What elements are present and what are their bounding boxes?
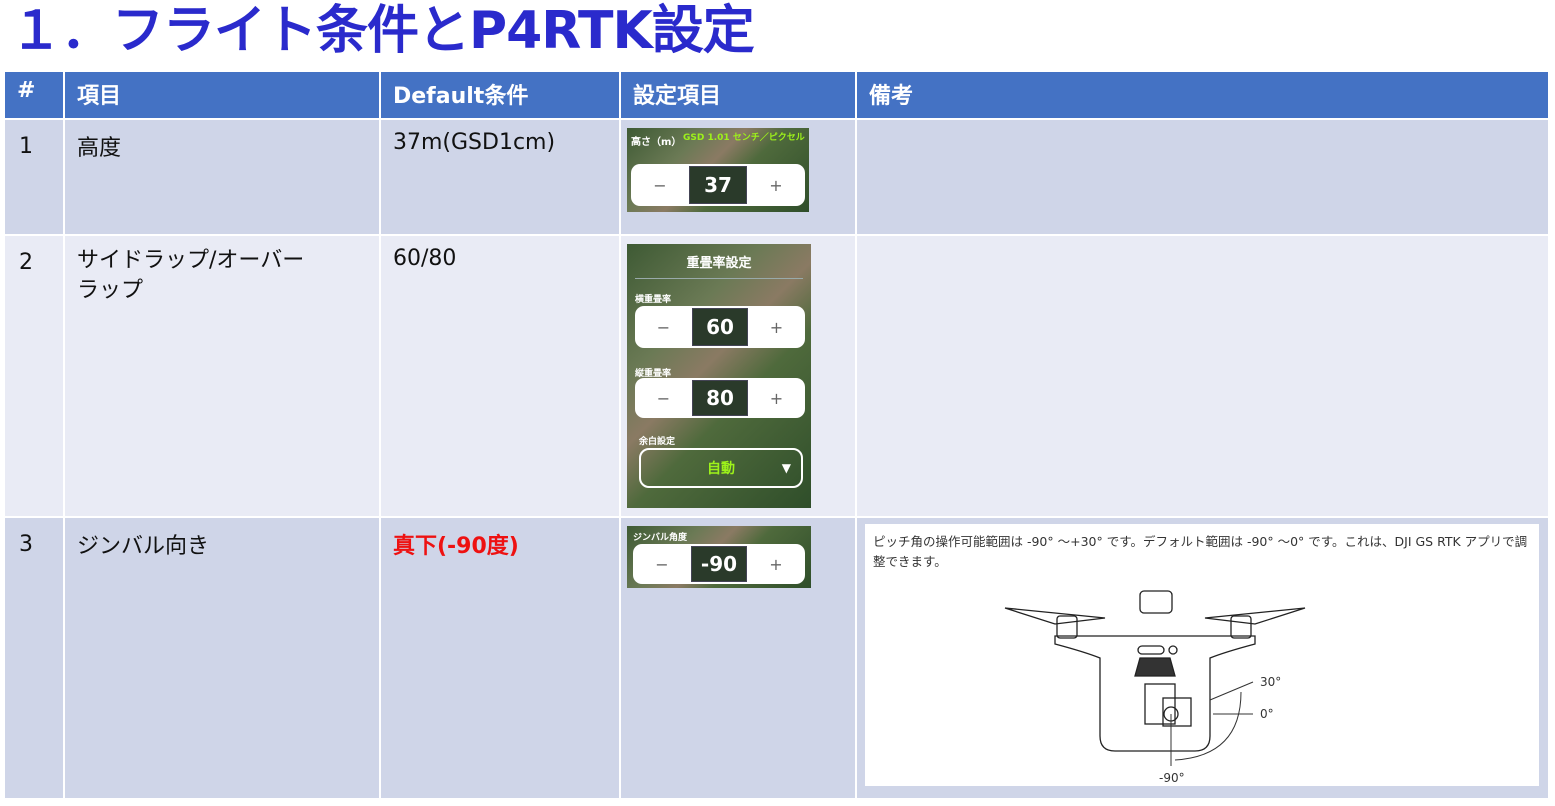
- overlap-screenshot: 重畳率設定 横重畳率 − 60 + 縦重畳率 − 80 + 余白設定 自動 ▼: [627, 244, 811, 508]
- gimbal-screenshot: ジンバル角度 − -90 +: [627, 526, 811, 588]
- decrement-button[interactable]: −: [633, 555, 691, 574]
- decrement-button[interactable]: −: [635, 389, 692, 408]
- margin-value: 自動: [707, 461, 735, 477]
- side-overlap-stepper[interactable]: − 60 +: [635, 306, 805, 348]
- row-item-text: サイドラップ/オーバーラップ: [77, 248, 305, 303]
- dropdown-arrow-icon: ▼: [781, 461, 791, 475]
- header-setting: 設定項目: [619, 70, 857, 120]
- page-title: １．フライト条件とP4RTK設定: [10, 1, 755, 61]
- table-header-row: # 項目 Default条件 設定項目 備考: [3, 70, 1550, 120]
- altitude-screenshot: 高さ（m） GSD 1.01 センチ／ピクセル − 37 +: [627, 128, 809, 212]
- increment-button[interactable]: +: [748, 389, 805, 408]
- row-setting: 重畳率設定 横重畳率 − 60 + 縦重畳率 − 80 + 余白設定 自動 ▼: [619, 234, 857, 518]
- row-item: サイドラップ/オーバーラップ: [63, 234, 381, 518]
- drone-icon: [1004, 590, 1306, 752]
- row-default: 37m(GSD1cm): [379, 118, 621, 236]
- increment-button[interactable]: +: [747, 176, 805, 195]
- decrement-button[interactable]: −: [631, 176, 689, 195]
- header-note: 備考: [855, 70, 1550, 120]
- gimbal-stepper[interactable]: − -90 +: [633, 544, 805, 584]
- gsd-label: GSD 1.01 センチ／ピクセル: [683, 133, 805, 143]
- note-figure: ピッチ角の操作可能範囲は -90° ～+30° です。デフォルト範囲は -90°…: [865, 524, 1539, 786]
- row-number: 3: [3, 516, 65, 800]
- settings-table: # 項目 Default条件 設定項目 備考 1 高度 37m(GSD1cm) …: [3, 70, 1550, 800]
- table-row: 1 高度 37m(GSD1cm) 高さ（m） GSD 1.01 センチ／ピクセル…: [3, 118, 1550, 236]
- row-setting: ジンバル角度 − -90 +: [619, 516, 857, 800]
- row-default: 60/80: [379, 234, 621, 518]
- angle-line-up: [1209, 681, 1254, 701]
- table-row: 2 サイドラップ/オーバーラップ 60/80 重畳率設定 横重畳率 − 60 +…: [3, 234, 1550, 518]
- altitude-stepper[interactable]: − 37 +: [631, 164, 805, 206]
- row-number: 1: [3, 118, 65, 236]
- front-overlap-value[interactable]: 80: [692, 380, 748, 416]
- increment-button[interactable]: +: [748, 318, 805, 337]
- row-default: 真下(-90度): [379, 516, 621, 800]
- gimbal-label: ジンバル角度: [633, 533, 688, 543]
- table-row: 3 ジンバル向き 真下(-90度) ジンバル角度 − -90 + ピッチ角の操作…: [3, 516, 1550, 800]
- row-setting: 高さ（m） GSD 1.01 センチ／ピクセル − 37 +: [619, 118, 857, 236]
- angle-label-30: 30°: [1260, 675, 1281, 689]
- header-default: Default条件: [379, 70, 621, 120]
- side-overlap-label: 横重畳率: [635, 295, 672, 305]
- row-note: ピッチ角の操作可能範囲は -90° ～+30° です。デフォルト範囲は -90°…: [855, 516, 1550, 800]
- increment-button[interactable]: +: [747, 555, 805, 574]
- side-overlap-value[interactable]: 60: [692, 308, 748, 346]
- overlap-title: 重畳率設定: [686, 256, 752, 271]
- gimbal-value[interactable]: -90: [691, 546, 747, 582]
- header-item: 項目: [63, 70, 381, 120]
- altitude-value[interactable]: 37: [689, 166, 747, 204]
- angle-label-minus90: -90°: [1159, 771, 1185, 785]
- row-number: 2: [3, 234, 65, 518]
- margin-dropdown[interactable]: 自動 ▼: [639, 448, 803, 488]
- decrement-button[interactable]: −: [635, 318, 692, 337]
- front-overlap-stepper[interactable]: − 80 +: [635, 378, 805, 418]
- drone-gimbal-diagram: 30° 0° -90°: [1004, 590, 1306, 785]
- altitude-label: 高さ（m）: [631, 137, 682, 148]
- row-item: ジンバル向き: [63, 516, 381, 800]
- divider: [635, 278, 803, 279]
- margin-label: 余白設定: [639, 437, 676, 447]
- angle-label-0: 0°: [1260, 707, 1274, 721]
- row-item: 高度: [63, 118, 381, 236]
- row-note: [855, 234, 1550, 518]
- row-note: [855, 118, 1550, 236]
- header-num: #: [3, 70, 65, 120]
- note-text: ピッチ角の操作可能範囲は -90° ～+30° です。デフォルト範囲は -90°…: [873, 534, 1528, 569]
